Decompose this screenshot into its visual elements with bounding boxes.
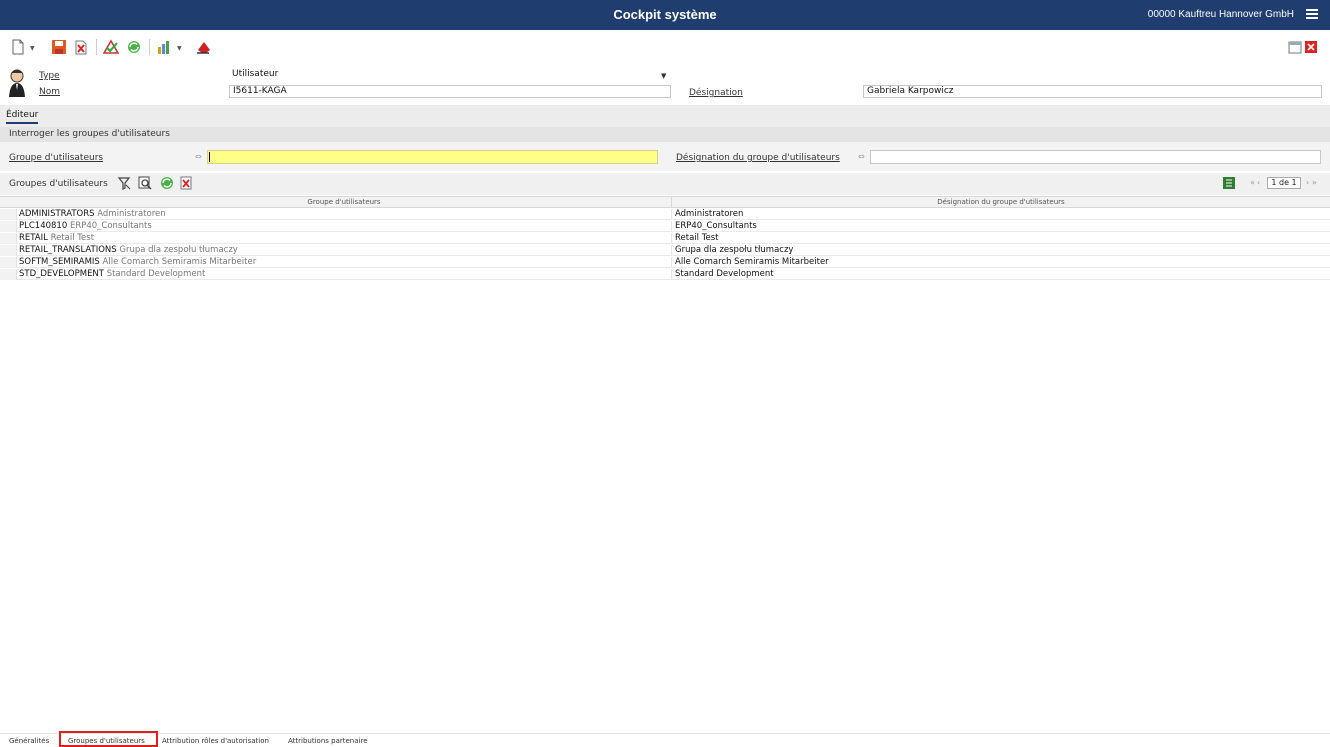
title-bar: Cockpit système 00000 Kauftreu Hannover … (0, 0, 1330, 30)
user-avatar-icon (7, 68, 27, 98)
group-designation: Standard Development (675, 269, 774, 279)
delete-icon[interactable] (73, 39, 89, 55)
table-row[interactable]: RETAIL Retail Test Retail Test (0, 233, 1330, 244)
tab-attributions-partenaire[interactable]: Attributions partenaire (288, 737, 368, 745)
company-selector[interactable]: 00000 Kauftreu Hannover GmbH (1148, 9, 1294, 20)
query-section-header: Interroger les groupes d'utilisateurs (0, 127, 1330, 142)
type-label: Type (39, 71, 60, 81)
group-designation: Grupa dla zespołu tłumaczy (675, 245, 794, 255)
group-designation: Administratoren (675, 209, 744, 219)
next-page-icon[interactable]: › (1306, 178, 1309, 187)
close-icon[interactable] (1303, 39, 1319, 55)
new-dropdown-icon[interactable]: ▼ (30, 45, 35, 52)
tab-attribution-roles[interactable]: Attribution rôles d'autorisation (162, 737, 269, 745)
group-code: RETAIL (19, 233, 48, 243)
column-header-group[interactable]: Groupe d'utilisateurs (17, 198, 671, 206)
page-indicator[interactable]: 1 de 1 (1267, 177, 1301, 189)
group-desc: Retail Test (50, 233, 95, 243)
new-icon[interactable] (10, 39, 26, 55)
remove-icon[interactable] (179, 176, 193, 190)
refresh-icon[interactable] (126, 39, 142, 55)
range-operator-icon[interactable]: ⇔ (195, 152, 202, 161)
table-row[interactable]: RETAIL_TRANSLATIONS Grupa dla zespołu tł… (0, 245, 1330, 256)
group-designation: ERP40_Consultants (675, 221, 757, 231)
table-row[interactable]: STD_DEVELOPMENT Standard Development Sta… (0, 269, 1330, 280)
grid-header: Groupe d'utilisateurs Désignation du gro… (0, 196, 1330, 208)
editor-tabstrip (0, 105, 1330, 127)
table-row[interactable]: SOFTM_SEMIRAMIS Alle Comarch Semiramis M… (0, 257, 1330, 268)
range-operator-icon[interactable]: ⇔ (858, 152, 865, 161)
report-dropdown-icon[interactable]: ▼ (177, 45, 182, 52)
type-select[interactable]: Utilisateur (229, 69, 671, 82)
chevron-down-icon[interactable]: ▼ (661, 72, 666, 80)
nom-label: Nom (39, 87, 61, 97)
first-page-icon[interactable]: « (1250, 178, 1255, 187)
group-filter-label: Groupe d'utilisateurs (9, 153, 104, 163)
group-desc: ERP40_Consultants (69, 221, 152, 231)
clear-icon[interactable] (195, 39, 211, 55)
group-desc: Alle Comarch Semiramis Mitarbeiter (102, 257, 257, 267)
group-code: STD_DEVELOPMENT (19, 269, 104, 279)
group-code: PLC140810 (19, 221, 68, 231)
text-caret (209, 152, 210, 162)
search-icon[interactable] (138, 176, 152, 190)
table-row[interactable]: PLC140810 ERP40_Consultants ERP40_Consul… (0, 221, 1330, 232)
group-desc: Administratoren (97, 209, 166, 219)
group-designation: Retail Test (675, 233, 719, 243)
table-row[interactable]: ADMINISTRATORS Administratoren Administr… (0, 209, 1330, 220)
column-header-designation[interactable]: Désignation du groupe d'utilisateurs (672, 198, 1330, 206)
tab-generalites[interactable]: Généralités (9, 737, 49, 745)
refresh-icon[interactable] (160, 176, 174, 190)
group-code: ADMINISTRATORS (19, 209, 95, 219)
nom-field[interactable]: I5611-KAGA (229, 85, 671, 98)
tab-editeur[interactable]: Éditeur (6, 110, 39, 124)
main-toolbar: ▼ ▼ (0, 30, 1330, 62)
grid-title: Groupes d'utilisateurs (9, 179, 108, 189)
prev-page-icon[interactable]: ‹ (1257, 178, 1260, 187)
last-page-icon[interactable]: » (1312, 178, 1317, 187)
window-icon[interactable] (1287, 39, 1303, 55)
designation-field[interactable]: Gabriela Karpowicz (863, 85, 1322, 98)
report-icon[interactable] (156, 39, 172, 55)
designation-filter-input[interactable] (870, 150, 1321, 164)
group-code: RETAIL_TRANSLATIONS (19, 245, 117, 255)
filter-icon[interactable] (117, 176, 131, 190)
query-section-title: Interroger les groupes d'utilisateurs (9, 129, 170, 139)
validate-icon[interactable] (103, 39, 119, 55)
designation-label: Désignation (689, 88, 743, 98)
group-desc: Grupa dla zespołu tłumaczy (119, 245, 238, 255)
group-desc: Standard Development (106, 269, 206, 279)
export-icon[interactable] (1222, 176, 1236, 190)
grid-toolbar (0, 173, 1330, 195)
group-designation: Alle Comarch Semiramis Mitarbeiter (675, 257, 829, 267)
save-icon[interactable] (51, 39, 67, 55)
hamburger-icon[interactable] (1306, 9, 1318, 19)
active-tab-highlight (59, 731, 158, 747)
group-code: SOFTM_SEMIRAMIS (19, 257, 100, 267)
group-filter-input[interactable] (207, 150, 658, 164)
designation-filter-label: Désignation du groupe d'utilisateurs (676, 153, 840, 163)
app-title: Cockpit système (613, 7, 717, 22)
